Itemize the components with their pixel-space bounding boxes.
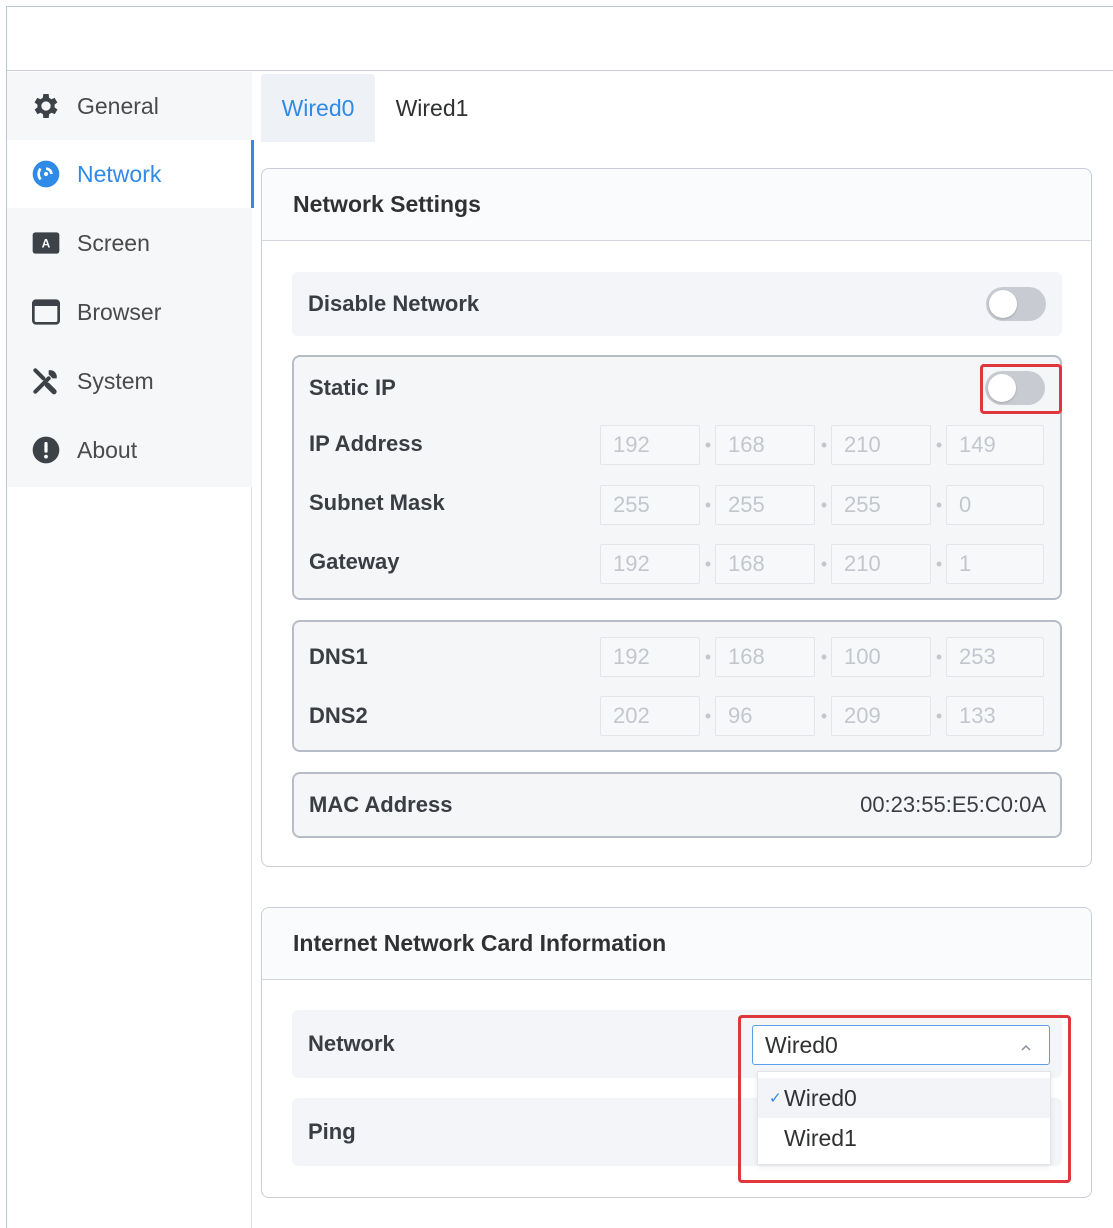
sidebar-menu: General Network A Screen Browser System … [7,72,254,487]
title-bar [7,7,1113,71]
network-select-label: Network [308,1031,395,1056]
sidebar-item-label: General [77,92,159,119]
ip-octet-3[interactable]: 210 [831,425,931,465]
disable-network-toggle[interactable] [986,287,1046,321]
static-ip-label: Static IP [309,375,396,400]
sidebar-item-label: Screen [77,229,150,256]
mask-octet-4[interactable]: 0 [946,485,1044,525]
dns1-label: DNS1 [309,644,368,669]
ip-dot: • [820,494,828,515]
tools-icon [29,364,63,398]
ip-dot: • [704,646,712,667]
ip-dot: • [704,553,712,574]
sidebar-item-network[interactable]: Network [7,140,254,208]
ip-dot: • [704,705,712,726]
dropdown-option-wired1[interactable]: Wired1 [758,1118,1050,1158]
network-icon [29,157,63,191]
ip-dot: • [820,434,828,455]
network-select[interactable]: Wired0 [752,1025,1050,1065]
network-dropdown: ✓ Wired0 Wired1 [757,1071,1051,1165]
sidebar-item-general[interactable]: General [7,72,252,140]
dns2-octet-3[interactable]: 209 [831,696,931,736]
dns1-octet-2[interactable]: 168 [715,637,815,677]
subnet-mask-field[interactable]: 255 • 255 • 255 • 0 [600,485,1046,525]
dns2-octet-2[interactable]: 96 [715,696,815,736]
gateway-octet-2[interactable]: 168 [715,544,815,584]
dns1-field[interactable]: 192 • 168 • 100 • 253 [600,637,1046,677]
option-label: Wired1 [784,1124,857,1151]
ip-octet-1[interactable]: 192 [600,425,700,465]
mac-address-value: 00:23:55:E5:C0:0A [860,792,1046,817]
disable-network-row: Disable Network [292,272,1062,336]
ip-address-field[interactable]: 192 • 168 • 210 • 149 [600,425,1046,465]
sidebar-item-label: About [77,436,138,463]
ip-dot: • [820,553,828,574]
sidebar-item-browser[interactable]: Browser [7,278,252,346]
static-ip-box: Static IP IP Address 192 • 168 • 210 • 1… [292,355,1062,600]
ip-address-label: IP Address [309,431,423,456]
ip-dot: • [820,646,828,667]
tab-wired1[interactable]: Wired1 [384,74,480,142]
dns1-octet-4[interactable]: 253 [946,637,1044,677]
ping-label: Ping [308,1119,356,1144]
sidebar-item-about[interactable]: About [7,416,252,484]
chevron-up-icon [1017,1036,1035,1054]
dns2-octet-1[interactable]: 202 [600,696,700,736]
mask-octet-2[interactable]: 255 [715,485,815,525]
sidebar-item-label: Browser [77,298,162,325]
ip-dot: • [820,705,828,726]
gateway-label: Gateway [309,549,400,574]
ip-dot: • [935,494,943,515]
network-settings-card: Network Settings Disable Network Static … [261,168,1092,867]
dns2-label: DNS2 [309,703,368,728]
dns1-octet-1[interactable]: 192 [600,637,700,677]
sidebar-item-label: Network [77,160,162,187]
dns-box: DNS1 192 • 168 • 100 • 253 DNS2 202 • 96… [292,620,1062,752]
subnet-mask-label: Subnet Mask [309,490,445,515]
ip-dot: • [935,434,943,455]
gateway-octet-3[interactable]: 210 [831,544,931,584]
ip-dot: • [704,494,712,515]
dropdown-option-wired0[interactable]: ✓ Wired0 [758,1078,1050,1118]
screen-icon: A [29,226,63,260]
mac-address-box: MAC Address 00:23:55:E5:C0:0A [292,772,1062,838]
ip-dot: • [935,705,943,726]
svg-text:A: A [42,237,51,251]
ip-octet-4[interactable]: 149 [946,425,1044,465]
dns2-octet-4[interactable]: 133 [946,696,1044,736]
sidebar-item-label: System [77,367,154,394]
mask-octet-1[interactable]: 255 [600,485,700,525]
network-select-value: Wired0 [765,1031,838,1058]
ip-dot: • [935,553,943,574]
browser-window-icon [29,295,63,329]
mask-octet-3[interactable]: 255 [831,485,931,525]
card-title: Network Settings [262,169,1091,241]
dns1-octet-3[interactable]: 100 [831,637,931,677]
sidebar-item-screen[interactable]: A Screen [7,209,252,277]
sidebar-item-system[interactable]: System [7,347,252,415]
gateway-octet-4[interactable]: 1 [946,544,1044,584]
static-ip-toggle[interactable] [985,371,1045,405]
ip-dot: • [935,646,943,667]
card-title: Internet Network Card Information [262,908,1091,980]
option-label: Wired0 [784,1084,857,1111]
dns2-field[interactable]: 202 • 96 • 209 • 133 [600,696,1046,736]
gateway-octet-1[interactable]: 192 [600,544,700,584]
sidebar: General Network A Screen Browser System … [7,72,254,1228]
tab-wired0[interactable]: Wired0 [261,74,375,142]
check-icon: ✓ [769,1090,782,1107]
ip-dot: • [704,434,712,455]
info-alert-icon [29,433,63,467]
gateway-field[interactable]: 192 • 168 • 210 • 1 [600,544,1046,584]
mac-address-label: MAC Address [309,792,453,817]
disable-network-label: Disable Network [308,291,480,316]
ip-octet-2[interactable]: 168 [715,425,815,465]
gear-icon [29,89,63,123]
